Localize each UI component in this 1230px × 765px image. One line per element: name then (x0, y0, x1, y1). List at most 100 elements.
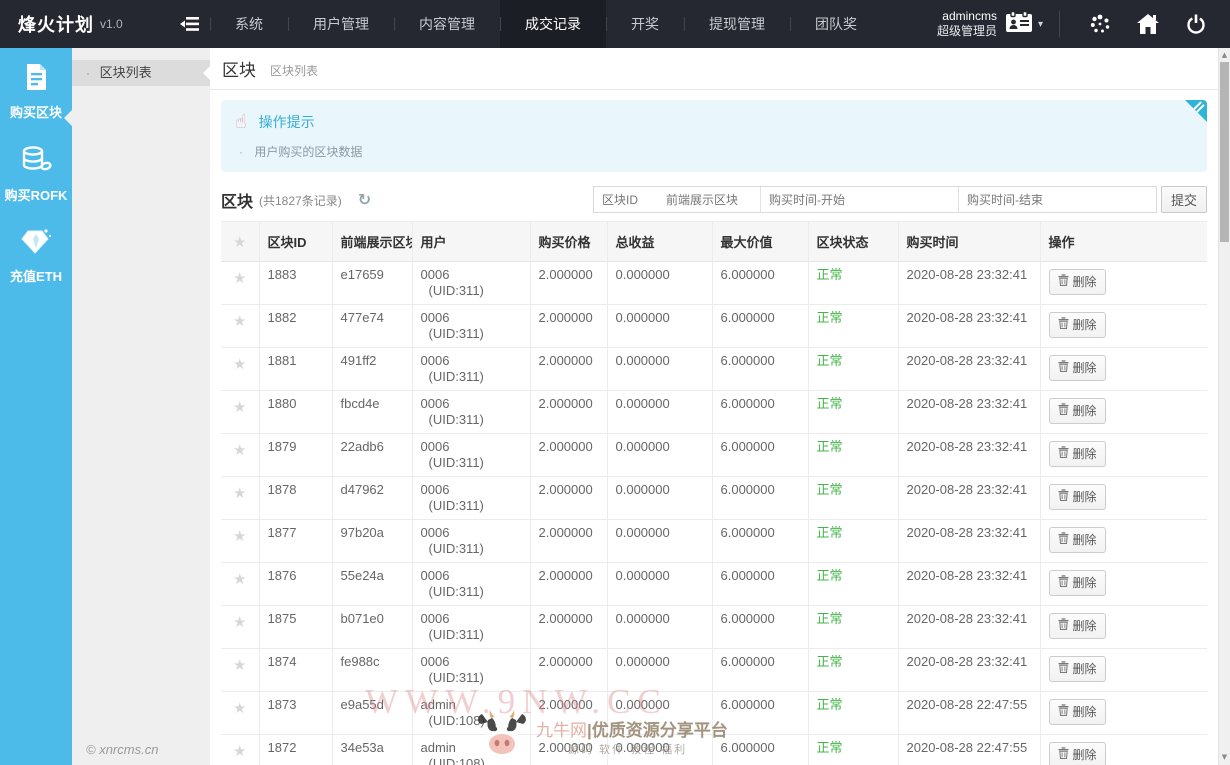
power-logout-icon[interactable] (1184, 12, 1208, 36)
nav-item[interactable]: 系统 (210, 0, 288, 48)
bullet-icon: · (239, 145, 243, 159)
status-badge: 正常 (808, 305, 898, 348)
cell-front-id: fbcd4e (332, 391, 412, 434)
delete-button[interactable]: 删除 (1049, 742, 1106, 765)
cell-price: 2.000000 (530, 735, 607, 765)
list-header: 区块 (共1827条记录) ↻ 提交 (221, 186, 1207, 213)
trash-icon (1058, 747, 1069, 762)
delete-button[interactable]: 删除 (1049, 312, 1106, 338)
delete-button[interactable]: 删除 (1049, 613, 1106, 639)
delete-button[interactable]: 删除 (1049, 699, 1106, 725)
scrollbar-thumb[interactable] (1220, 62, 1229, 242)
refresh-icon[interactable]: ↻ (358, 190, 371, 209)
delete-button[interactable]: 删除 (1049, 441, 1106, 467)
cell-buy-time: 2020-08-28 23:32:41 (898, 563, 1040, 606)
buy-time-start-input[interactable] (760, 187, 958, 212)
delete-button[interactable]: 删除 (1049, 656, 1106, 682)
block-id-input[interactable] (594, 187, 658, 212)
status-badge: 正常 (808, 520, 898, 563)
nav-item[interactable]: 内容管理 (394, 0, 500, 48)
trash-icon (1058, 317, 1069, 332)
cell-profit: 0.000000 (607, 735, 712, 765)
star-icon[interactable]: ★ (221, 434, 259, 477)
cell-buy-time: 2020-08-28 23:32:41 (898, 606, 1040, 649)
star-icon[interactable]: ★ (221, 305, 259, 348)
table-row: ★ 1882 477e74 0006 (UID:311) 2.000000 0.… (221, 305, 1207, 348)
cell-front-id: 97b20a (332, 520, 412, 563)
nav-menu: 系统 用户管理 内容管理 成交记录 开奖 提现管理 (210, 0, 882, 48)
top-navbar: 烽火计划 v1.0 系统 用户管理 (0, 0, 1230, 48)
cell-profit: 0.000000 (607, 563, 712, 606)
nav-item[interactable]: 用户管理 (288, 0, 394, 48)
cell-front-id: 491ff2 (332, 348, 412, 391)
home-icon[interactable] (1136, 13, 1160, 35)
star-icon[interactable]: ★ (221, 649, 259, 692)
table-row: ★ 1874 fe988c 0006 (UID:311) 2.000000 0.… (221, 649, 1207, 692)
cell-profit: 0.000000 (607, 477, 712, 520)
sidebar-item-label: 购买ROFK (5, 185, 68, 204)
nav-item[interactable]: 团队奖 (790, 0, 882, 48)
col-price: 购买价格 (530, 222, 607, 262)
delete-button[interactable]: 删除 (1049, 269, 1106, 295)
cell-user: 0006 (UID:311) (412, 348, 530, 391)
admin-app: 烽火计划 v1.0 系统 用户管理 (0, 0, 1230, 765)
star-icon[interactable]: ★ (221, 692, 259, 735)
cell-actions: 删除 (1040, 434, 1207, 477)
delete-label: 删除 (1073, 746, 1097, 763)
scroll-up-arrow[interactable]: ▲ (1219, 51, 1230, 59)
star-icon[interactable]: ★ (221, 477, 259, 520)
cell-user: 0006 (UID:311) (412, 391, 530, 434)
status-badge: 正常 (808, 649, 898, 692)
collapse-menu-icon[interactable] (180, 16, 200, 32)
list-title: 区块 (221, 188, 253, 212)
delete-button[interactable]: 删除 (1049, 484, 1106, 510)
cell-front-id: 477e74 (332, 305, 412, 348)
star-icon[interactable]: ★ (221, 391, 259, 434)
star-icon[interactable]: ★ (221, 606, 259, 649)
star-icon[interactable]: ★ (221, 735, 259, 765)
app-title: 烽火计划 (18, 11, 94, 37)
delete-label: 删除 (1073, 273, 1097, 290)
delete-button[interactable]: 删除 (1049, 527, 1106, 553)
trash-icon (1058, 403, 1069, 418)
trash-icon (1058, 618, 1069, 633)
delete-button[interactable]: 删除 (1049, 570, 1106, 596)
cell-uid: (UID:311) (421, 369, 522, 385)
star-icon[interactable]: ★ (221, 563, 259, 606)
nav-item[interactable]: 成交记录 (500, 0, 606, 48)
cell-block-id: 1878 (259, 477, 332, 520)
cell-uid: (UID:311) (421, 498, 522, 514)
cell-block-id: 1882 (259, 305, 332, 348)
user-card-dropdown[interactable]: ▾ (1005, 11, 1043, 38)
cell-uid: (UID:311) (421, 412, 522, 428)
apps-dots-icon[interactable] (1088, 12, 1112, 36)
cell-max-value: 6.000000 (712, 735, 808, 765)
col-front-id: 前端展示区块ID (332, 222, 412, 262)
submenu-item-block-list[interactable]: · 区块列表 (72, 60, 210, 86)
cell-price: 2.000000 (530, 262, 607, 305)
user-info: admincms 超级管理员 (937, 9, 997, 39)
cell-block-id: 1883 (259, 262, 332, 305)
delete-button[interactable]: 删除 (1049, 355, 1106, 381)
buy-time-end-input[interactable] (958, 187, 1156, 212)
status-badge: 正常 (808, 348, 898, 391)
star-icon[interactable]: ★ (221, 262, 259, 305)
nav-item[interactable]: 提现管理 (684, 0, 790, 48)
file-icon (20, 61, 52, 98)
submit-button[interactable]: 提交 (1161, 186, 1207, 213)
nav-item[interactable]: 开奖 (606, 0, 684, 48)
star-icon[interactable]: ★ (221, 520, 259, 563)
front-block-id-input[interactable] (658, 187, 760, 212)
scroll-down-arrow[interactable]: ▼ (1219, 753, 1230, 761)
sidebar-item-buy-rofk[interactable]: 购买ROFK (0, 131, 72, 214)
table-row: ★ 1876 55e24a 0006 (UID:311) 2.000000 0.… (221, 563, 1207, 606)
cell-buy-time: 2020-08-28 23:32:41 (898, 391, 1040, 434)
delete-button[interactable]: 删除 (1049, 398, 1106, 424)
star-icon[interactable]: ★ (221, 348, 259, 391)
delete-label: 删除 (1073, 703, 1097, 720)
col-status: 区块状态 (808, 222, 898, 262)
cell-profit: 0.000000 (607, 262, 712, 305)
vertical-scrollbar[interactable]: ▲ ▼ (1218, 48, 1230, 765)
sidebar-item-recharge-eth[interactable]: 充值ETH (0, 214, 72, 295)
status-badge: 正常 (808, 262, 898, 305)
